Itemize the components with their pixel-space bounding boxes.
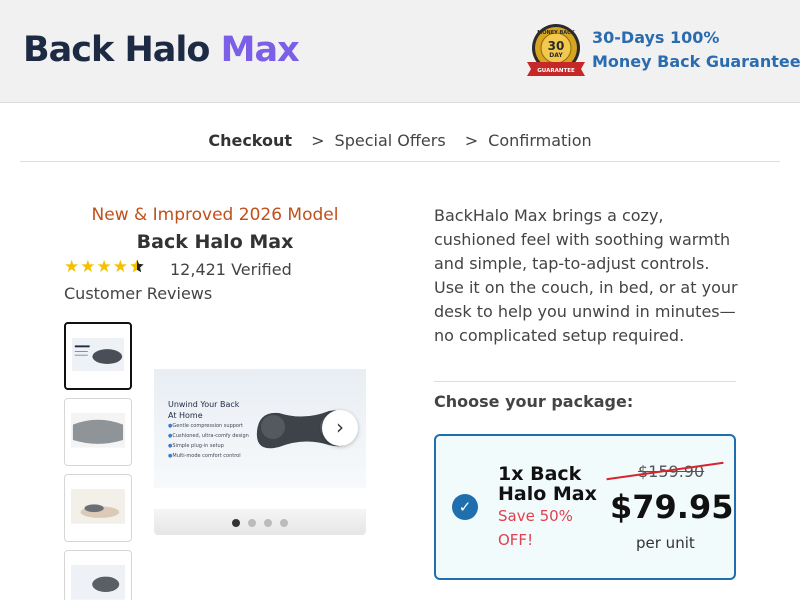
thumbnail-3[interactable] — [64, 474, 132, 542]
breadcrumb-divider — [20, 161, 780, 162]
carousel-next-button[interactable]: › — [322, 410, 358, 446]
product-description: BackHalo Max brings a cozy, cushioned fe… — [434, 206, 738, 345]
logo-max: Max — [220, 30, 300, 70]
thumbnail-2[interactable] — [64, 398, 132, 466]
thumbnail-image — [71, 413, 125, 448]
product-tagline: New & Improved 2026 Model — [91, 205, 339, 225]
main-image-heading-line1: Unwind Your Back — [168, 400, 240, 409]
feature-item: Gentle compression support — [168, 421, 249, 431]
guarantee-line2: Money Back Guarantee — [592, 52, 800, 71]
breadcrumb-confirmation: Confirmation — [488, 131, 592, 150]
carousel-dot-1[interactable] — [232, 519, 240, 527]
breadcrumb-separator: > — [311, 131, 325, 150]
feature-item: Multi-mode comfort control — [168, 451, 249, 461]
sale-price: $79.95 — [610, 488, 734, 526]
money-back-badge-icon: MONEY BACK 30 DAY GUARANTEE — [527, 24, 585, 76]
product-title: Back Halo Max — [136, 231, 294, 253]
checkmark-icon: ✓ — [452, 494, 478, 520]
logo-text: Back Halo — [23, 30, 210, 70]
package-heading: Choose your package: — [434, 392, 634, 411]
breadcrumb-special-offers: Special Offers — [334, 131, 446, 150]
package-option-1[interactable]: ✓ 1x Back Halo Max Save 50% OFF! $159.90… — [434, 434, 736, 580]
feature-item: Simple plug-in setup — [168, 441, 249, 451]
badge-line1: MONEY BACK — [537, 30, 576, 36]
package-savings: Save 50% OFF! — [498, 507, 573, 549]
badge-days: 30 — [548, 39, 565, 53]
brand-logo[interactable]: Back Halo Max — [23, 30, 300, 70]
breadcrumb-separator: > — [464, 131, 479, 150]
guarantee-text: 30-Days 100% Money Back Guarantee — [592, 26, 800, 74]
guarantee-line1: 30-Days 100% — [592, 28, 720, 47]
carousel-indicator — [154, 509, 366, 535]
price-unit: per unit — [636, 534, 695, 552]
thumbnail-4[interactable] — [64, 550, 132, 600]
badge-ribbon: GUARANTEE — [537, 68, 575, 74]
site-header: Back Halo Max MONEY BACK 30 DAY GUARANTE… — [0, 0, 800, 103]
thumbnail-1[interactable] — [64, 322, 132, 390]
carousel-dot-4[interactable] — [280, 519, 288, 527]
thumbnail-image — [71, 489, 125, 524]
main-image-heading: Unwind Your Back At Home — [168, 399, 239, 421]
section-divider — [434, 381, 736, 382]
package-name: 1x Back Halo Max — [498, 463, 597, 505]
feature-item: Cushioned, ultra-comfy design — [168, 431, 248, 441]
feature-list: Gentle compression support Cushioned, ul… — [168, 421, 249, 461]
badge-day-label: DAY — [549, 52, 563, 59]
thumbnail-image — [72, 338, 124, 372]
carousel-dot-2[interactable] — [248, 519, 256, 527]
checkout-breadcrumb: Checkout > Special Offers > Confirmation — [0, 131, 800, 150]
breadcrumb-checkout: Checkout — [208, 131, 293, 150]
review-count[interactable]: 12,421 Verified Customer Reviews — [64, 258, 314, 306]
main-image-heading-line2: At Home — [168, 411, 203, 420]
thumbnail-image — [71, 565, 125, 600]
carousel-dot-3[interactable] — [264, 519, 272, 527]
